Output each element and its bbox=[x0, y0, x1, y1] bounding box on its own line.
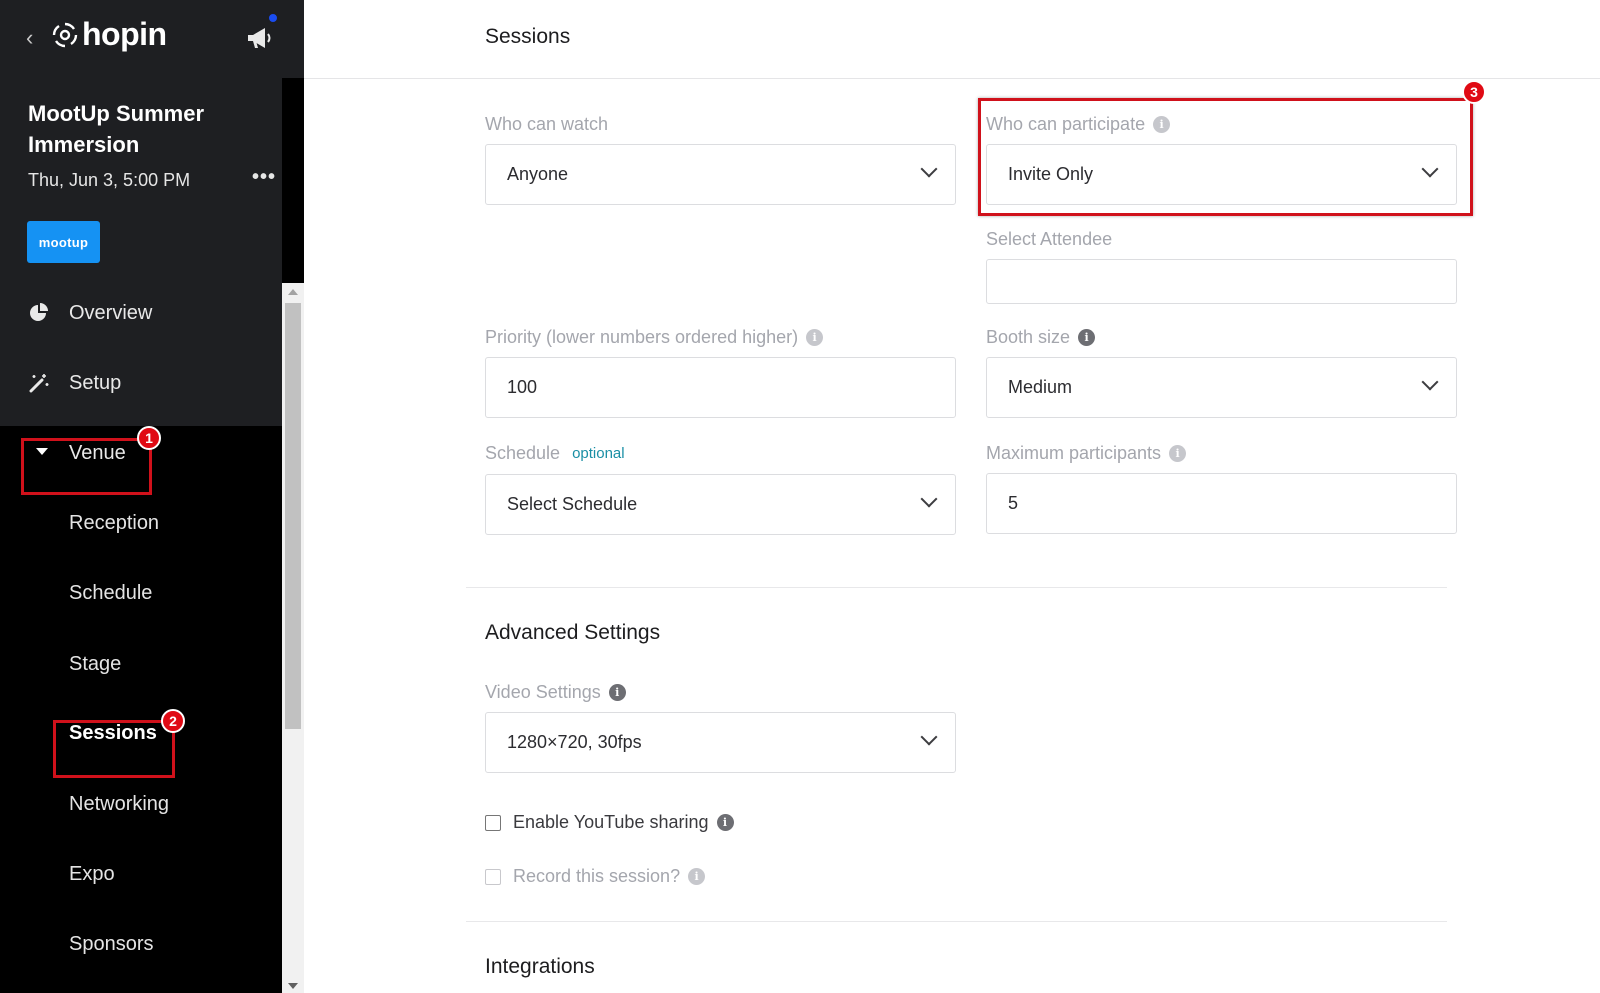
sidebar-item-sponsors[interactable]: Sponsors bbox=[0, 909, 282, 979]
sidebar-item-expo[interactable]: Expo bbox=[0, 839, 282, 909]
sidebar-item-overview[interactable]: Overview bbox=[0, 278, 282, 348]
annotation-badge: 2 bbox=[161, 709, 185, 733]
info-icon[interactable]: i bbox=[716, 814, 734, 831]
maximum-participants-label: Maximum participants i bbox=[986, 443, 1187, 464]
megaphone-icon[interactable] bbox=[244, 22, 276, 54]
sidebar-item-schedule[interactable]: Schedule bbox=[0, 558, 282, 628]
record-session-checkbox[interactable] bbox=[485, 868, 501, 885]
scrollbar-thumb[interactable] bbox=[285, 303, 301, 729]
field-label: Who can participate bbox=[986, 114, 1146, 134]
page-title: Sessions bbox=[485, 25, 571, 48]
sidebar-item-sessions[interactable]: Sessions bbox=[0, 698, 282, 768]
sidebar-item-label: Reception bbox=[69, 511, 160, 534]
annotation-badge: 1 bbox=[137, 426, 161, 450]
main-content: Sessions Who can watch Anyone Who can pa… bbox=[304, 0, 1600, 993]
priority-label: Priority (lower numbers ordered higher) … bbox=[485, 327, 824, 348]
field-label: Who can watch bbox=[485, 114, 609, 134]
select-attendee-input[interactable] bbox=[986, 259, 1457, 304]
sidebar-item-label: Setup bbox=[69, 371, 122, 394]
record-session-row: Record this session? i bbox=[485, 866, 706, 887]
input-value: 5 bbox=[1008, 493, 1019, 513]
select-value: 1280×720, 30fps bbox=[507, 732, 642, 752]
sidebar-item-setup[interactable]: Setup bbox=[0, 348, 282, 418]
logo-text: hopin bbox=[82, 16, 167, 52]
field-label: Priority (lower numbers ordered higher) bbox=[485, 327, 799, 347]
video-settings-select[interactable]: 1280×720, 30fps bbox=[485, 712, 956, 773]
info-icon[interactable]: i bbox=[1169, 445, 1187, 462]
sidebar-scrollbar[interactable] bbox=[282, 283, 304, 993]
scroll-down-arrow-icon[interactable] bbox=[288, 983, 298, 989]
field-label: Select Attendee bbox=[986, 229, 1113, 249]
section-divider bbox=[466, 587, 1447, 588]
checkbox-label: Enable YouTube sharing bbox=[513, 812, 709, 832]
chevron-down-icon bbox=[1421, 160, 1439, 178]
schedule-select[interactable]: Select Schedule bbox=[485, 474, 956, 535]
sidebar-item-label: Venue bbox=[69, 441, 126, 464]
chevron-down-icon bbox=[920, 490, 938, 508]
who-can-watch-label: Who can watch bbox=[485, 114, 608, 135]
schedule-label: Schedule optional bbox=[485, 443, 625, 464]
sidebar-item-stage[interactable]: Stage bbox=[0, 629, 282, 699]
sidebar-item-label: Schedule bbox=[69, 581, 153, 604]
select-value: Medium bbox=[1008, 377, 1073, 397]
sidebar-item-reception[interactable]: Reception bbox=[0, 488, 282, 558]
sidebar-item-label: Expo bbox=[69, 862, 115, 885]
sidebar-item-networking[interactable]: Networking bbox=[0, 769, 282, 839]
brand-bar: ‹ hopin bbox=[0, 0, 304, 78]
field-label: Schedule bbox=[485, 443, 561, 463]
field-label: Maximum participants bbox=[986, 443, 1162, 463]
sidebar-item-label: Overview bbox=[69, 301, 153, 324]
back-chevron-icon[interactable]: ‹ bbox=[26, 25, 33, 51]
more-options-icon[interactable]: ••• bbox=[252, 166, 276, 189]
chevron-down-icon bbox=[920, 728, 938, 746]
event-title: MootUp Summer Immersion bbox=[28, 101, 204, 157]
field-label: Booth size bbox=[986, 327, 1071, 347]
section-divider bbox=[466, 921, 1447, 922]
chevron-down-icon bbox=[1421, 373, 1439, 391]
organization-logo: mootup bbox=[27, 221, 100, 263]
info-icon[interactable]: i bbox=[688, 868, 706, 885]
select-value: Anyone bbox=[507, 164, 569, 184]
magic-wand-icon bbox=[29, 374, 49, 393]
optional-tag: optional bbox=[572, 445, 625, 462]
integrations-title: Integrations bbox=[485, 955, 595, 978]
select-value: Select Schedule bbox=[507, 494, 638, 514]
chevron-down-icon bbox=[920, 160, 938, 178]
sidebar-item-label: Sessions bbox=[69, 721, 157, 744]
sidebar-item-label: Stage bbox=[69, 652, 122, 675]
who-can-watch-select[interactable]: Anyone bbox=[485, 144, 956, 205]
annotation-badge: 3 bbox=[1462, 80, 1486, 104]
pie-chart-icon bbox=[30, 303, 48, 321]
scroll-up-arrow-icon[interactable] bbox=[288, 289, 298, 295]
booth-size-label: Booth size i bbox=[986, 327, 1096, 348]
sidebar-item-label: Networking bbox=[69, 792, 170, 815]
maximum-participants-input[interactable]: 5 bbox=[986, 473, 1457, 534]
who-can-participate-label: Who can participate i bbox=[986, 114, 1171, 135]
checkbox-label: Record this session? bbox=[513, 866, 681, 886]
info-icon[interactable]: i bbox=[806, 329, 824, 346]
hopin-logo-mark-icon bbox=[52, 22, 78, 47]
who-can-participate-select[interactable]: Invite Only bbox=[986, 144, 1457, 205]
caret-down-icon bbox=[36, 448, 48, 455]
page-header: Sessions bbox=[304, 0, 1600, 79]
priority-input[interactable]: 100 bbox=[485, 357, 956, 418]
select-attendee-label: Select Attendee bbox=[986, 229, 1112, 250]
notification-dot bbox=[267, 12, 279, 24]
info-icon[interactable]: i bbox=[1078, 329, 1096, 346]
sidebar-item-label: Sponsors bbox=[69, 932, 154, 955]
booth-size-select[interactable]: Medium bbox=[986, 357, 1457, 418]
video-settings-label: Video Settings i bbox=[485, 682, 626, 703]
info-icon[interactable]: i bbox=[608, 684, 626, 701]
advanced-settings-title: Advanced Settings bbox=[485, 621, 661, 644]
youtube-sharing-row: Enable YouTube sharing i bbox=[485, 812, 734, 833]
field-label: Video Settings bbox=[485, 682, 601, 702]
event-date: Thu, Jun 3, 5:00 PM bbox=[28, 170, 191, 190]
select-value: Invite Only bbox=[1008, 164, 1094, 184]
sidebar: ‹ hopin MootUp Summer Immersion Thu, Jun… bbox=[0, 0, 304, 993]
hopin-logo[interactable]: hopin bbox=[52, 16, 167, 53]
youtube-sharing-checkbox[interactable] bbox=[485, 814, 501, 831]
info-icon[interactable]: i bbox=[1153, 116, 1171, 133]
input-value: 100 bbox=[507, 377, 538, 397]
